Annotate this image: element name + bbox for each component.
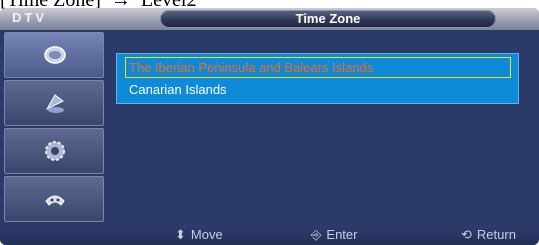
help-move: ⬍ Move — [175, 227, 223, 243]
tv-osd-menu: DTV Time Zone The Iberian Peninsula and … — [0, 8, 539, 245]
help-return: ⟲ Return — [461, 227, 516, 243]
help-enter-label: Enter — [326, 227, 358, 242]
enter-icon: ⎆ — [311, 227, 322, 242]
help-move-label: Move — [190, 227, 223, 242]
input-icon — [45, 195, 65, 206]
sound-icon — [45, 94, 64, 113]
title-bar: DTV Time Zone — [0, 8, 539, 30]
return-icon: ⟲ — [461, 227, 472, 242]
sidebar-item-picture[interactable] — [4, 32, 104, 78]
help-enter: ⎆ Enter — [311, 227, 357, 243]
title-pill: Time Zone — [160, 10, 496, 28]
picture-icon — [44, 46, 66, 64]
sidebar-item-sound[interactable] — [4, 80, 104, 126]
list-item-canarian-islands[interactable]: Canarian Islands — [125, 79, 511, 100]
menu-sidebar — [4, 32, 104, 228]
move-arrows-icon: ⬍ — [175, 227, 186, 242]
menu-title: Time Zone — [295, 11, 361, 26]
sidebar-item-input[interactable] — [4, 176, 104, 222]
help-bar: ⬍ Move ⎆ Enter ⟲ Return — [0, 225, 539, 245]
list-item-iberian-peninsula[interactable]: The Iberian Peninsula and Balears Island… — [125, 57, 511, 78]
sidebar-item-setup[interactable] — [4, 128, 104, 174]
source-label: DTV — [12, 10, 47, 25]
help-return-label: Return — [476, 227, 516, 242]
time-zone-list: The Iberian Peninsula and Balears Island… — [116, 53, 519, 104]
setup-gear-icon — [45, 141, 65, 161]
